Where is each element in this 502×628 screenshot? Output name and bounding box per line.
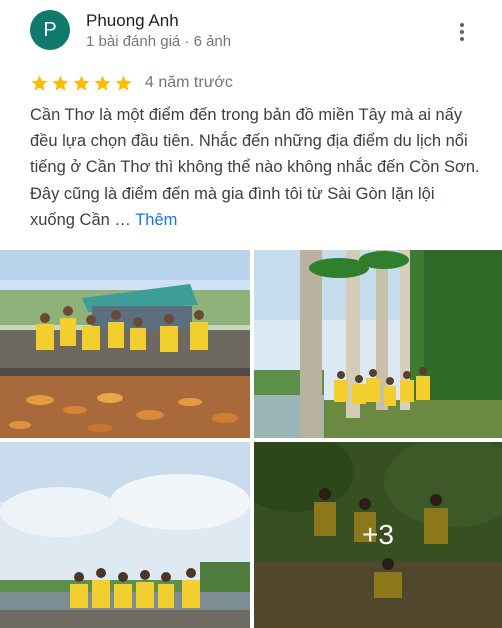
more-link[interactable]: Thêm: [135, 211, 177, 229]
photo-fish-farm-image: [0, 250, 250, 438]
more-vert-icon-dot: [460, 30, 464, 34]
rating-row: 4 năm trước: [30, 72, 233, 94]
star-icon: [52, 75, 69, 91]
more-options-button[interactable]: [448, 18, 476, 46]
more-vert-icon-dot: [460, 37, 464, 41]
review-photo-more[interactable]: +3: [254, 442, 502, 628]
star-icon: [94, 75, 111, 91]
review-photo-riverside[interactable]: [0, 442, 250, 628]
review-photo-fish-farm[interactable]: [0, 250, 250, 438]
more-photos-overlay[interactable]: +3: [254, 442, 502, 628]
photo-palm-trees-image: [254, 250, 502, 438]
photo-riverside-image: [0, 442, 250, 628]
reviewer-meta: 1 bài đánh giá · 6 ảnh: [86, 33, 232, 50]
review-header: P Phuong Anh 1 bài đánh giá · 6 ảnh: [0, 0, 502, 64]
star-icon: [115, 75, 132, 91]
star-icon: [31, 75, 48, 91]
photo-grid: +3: [0, 250, 502, 628]
review-text: Cần Thơ là một điểm đến trong bản đồ miề…: [30, 102, 480, 233]
review-body: Cần Thơ là một điểm đến trong bản đồ miề…: [30, 106, 480, 229]
avatar[interactable]: P: [30, 10, 70, 50]
more-vert-icon: [460, 23, 464, 27]
review-date: 4 năm trước: [145, 74, 233, 91]
star-icon: [73, 75, 90, 91]
reviewer-name[interactable]: Phuong Anh: [86, 11, 179, 31]
review-photo-palm-trees[interactable]: [254, 250, 502, 438]
star-rating: [30, 74, 133, 93]
more-photos-count: +3: [362, 519, 394, 550]
